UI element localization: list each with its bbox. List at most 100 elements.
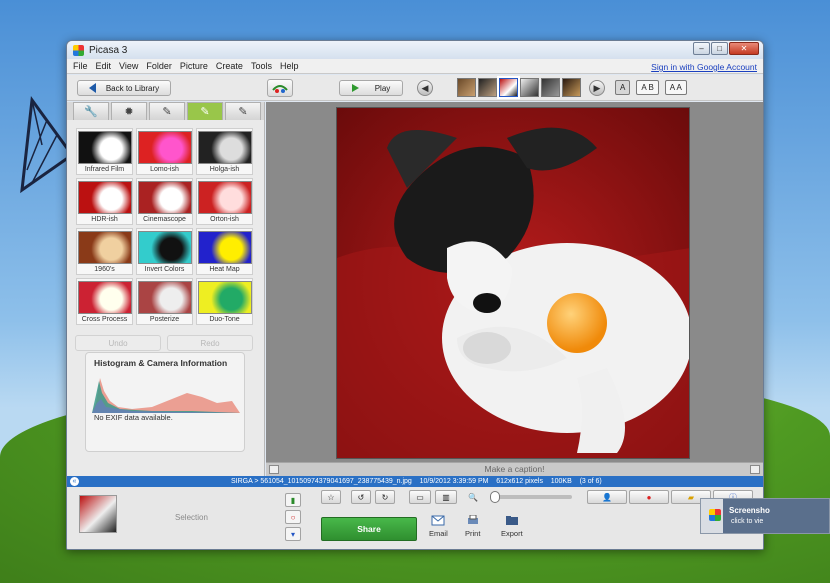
effect-duo-tone[interactable]: Duo-Tone: [196, 278, 253, 325]
export-button[interactable]: Export: [501, 515, 523, 538]
collage-icon: [272, 85, 288, 93]
effect-thumb: [137, 181, 192, 214]
menu-help[interactable]: Help: [280, 61, 299, 71]
caption-bar[interactable]: Make a caption!: [266, 462, 763, 476]
maximize-button[interactable]: □: [711, 42, 728, 55]
effect-hdr[interactable]: HDR-ish: [76, 178, 133, 225]
play-slideshow-button[interactable]: Play: [339, 80, 403, 96]
filmstrip-thumb-selected[interactable]: [497, 76, 520, 99]
effect-lomo[interactable]: Lomo-ish: [136, 128, 193, 175]
notification-title: Screensho: [729, 506, 770, 515]
effect-infrared-film[interactable]: Infrared Film: [76, 128, 133, 175]
effect-1960s[interactable]: 1960's: [76, 228, 133, 275]
zoom-button[interactable]: 🔍: [463, 490, 483, 504]
email-label: Email: [429, 529, 448, 538]
histogram-panel: Histogram & Camera Information No EXIF d…: [85, 352, 245, 452]
minimize-button[interactable]: –: [693, 42, 710, 55]
filmstrip-thumb[interactable]: [541, 78, 560, 97]
back-to-library-button[interactable]: Back to Library: [77, 80, 171, 96]
tab-effects-3[interactable]: ✎: [225, 102, 261, 120]
effect-thumb: [137, 231, 192, 264]
people-button[interactable]: 👤: [587, 490, 627, 504]
menu-edit[interactable]: Edit: [96, 61, 112, 71]
effect-label: Invert Colors: [144, 266, 185, 273]
effect-label: Cinemascope: [143, 216, 186, 223]
selection-thumb[interactable]: [79, 495, 117, 533]
effect-posterize[interactable]: Posterize: [136, 278, 193, 325]
zoom-slider-handle[interactable]: [490, 491, 500, 503]
print-label: Print: [465, 529, 481, 538]
close-button[interactable]: ✕: [729, 42, 759, 55]
dog-photo: [337, 108, 689, 458]
play-icon: [351, 84, 359, 92]
effect-holga[interactable]: Holga-ish: [196, 128, 253, 175]
brush-blue-icon: ✎: [238, 106, 248, 118]
selection-label: Selection: [175, 513, 208, 522]
caption-input[interactable]: Make a caption!: [266, 463, 763, 476]
menu-view[interactable]: View: [119, 61, 138, 71]
filmstrip-thumb[interactable]: [457, 78, 476, 97]
menu-create[interactable]: Create: [216, 61, 243, 71]
export-label: Export: [501, 529, 523, 538]
menu-tools[interactable]: Tools: [251, 61, 272, 71]
wrench-icon: 🔧: [84, 106, 98, 118]
tab-tuning[interactable]: ✹: [111, 102, 147, 120]
caption-toggle-icon[interactable]: [269, 465, 279, 474]
previous-photo-button[interactable]: ◀: [417, 80, 433, 96]
edit-tabs: 🔧 ✹ ✎ ✎ ✎: [67, 102, 264, 120]
filmstrip-thumb[interactable]: [478, 78, 497, 97]
view-mode-single[interactable]: A: [615, 80, 631, 95]
effect-label: Lomo-ish: [150, 166, 179, 173]
star-button[interactable]: ☆: [321, 490, 341, 504]
zoom-slider[interactable]: [490, 491, 572, 503]
tab-basic-fixes[interactable]: 🔧: [73, 102, 109, 120]
effect-cross-process[interactable]: Cross Process: [76, 278, 133, 325]
effect-orton[interactable]: Orton-ish: [196, 178, 253, 225]
view-mode-zoom[interactable]: A A: [664, 80, 687, 95]
screenshot-notification[interactable]: Screensho click to vie: [700, 498, 830, 534]
tab-effects-2[interactable]: ✎: [187, 102, 223, 120]
right-arrow-icon: ▶: [593, 82, 601, 93]
redo-button[interactable]: Redo: [167, 335, 253, 351]
rotate-left-icon: ↺: [357, 492, 365, 502]
view-mode-compare[interactable]: A B: [636, 80, 659, 95]
menu-file[interactable]: File: [73, 61, 88, 71]
tab-effects[interactable]: ✎: [149, 102, 185, 120]
album-button[interactable]: ▾: [285, 527, 301, 541]
rotate-right-button[interactable]: ↻: [375, 490, 395, 504]
effect-cinemascope[interactable]: Cinemascope: [136, 178, 193, 225]
share-button[interactable]: Share: [321, 517, 417, 541]
sign-in-link[interactable]: Sign in with Google Account: [651, 62, 757, 72]
effect-thumb: [197, 231, 252, 264]
collage-button[interactable]: [267, 79, 293, 97]
effect-heat-map[interactable]: Heat Map: [196, 228, 253, 275]
email-button[interactable]: Email: [429, 515, 448, 538]
filmstrip-thumb[interactable]: [562, 78, 581, 97]
next-photo-button[interactable]: ▶: [589, 80, 605, 96]
filmstrip-thumb[interactable]: [520, 78, 539, 97]
left-arrow-icon: ◀: [421, 82, 429, 93]
print-button[interactable]: Print: [465, 515, 480, 538]
exif-info: No EXIF data available.: [94, 413, 173, 422]
clear-button[interactable]: ○: [285, 510, 301, 524]
menu-folder[interactable]: Folder: [146, 61, 172, 71]
rotate-left-button[interactable]: ↺: [351, 490, 371, 504]
collapse-tray-icon[interactable]: «: [70, 477, 79, 486]
effect-invert-colors[interactable]: Invert Colors: [136, 228, 193, 275]
places-button[interactable]: ●: [629, 490, 669, 504]
title-bar: Picasa 3 – □ ✕: [67, 41, 763, 59]
hold-button[interactable]: ▮: [285, 493, 301, 507]
single-view-button[interactable]: ▭: [409, 490, 431, 504]
effects-grid: Infrared Film Lomo-ish Holga-ish HDR-ish…: [67, 120, 264, 325]
filmstrip-view-button[interactable]: ▥: [435, 490, 457, 504]
export-folder-icon: [505, 516, 518, 525]
histogram-title: Histogram & Camera Information: [94, 358, 228, 368]
map-pin-icon: ●: [646, 492, 652, 502]
picasa-notification-icon: [709, 509, 721, 521]
menu-picture[interactable]: Picture: [180, 61, 208, 71]
main-photo[interactable]: [336, 107, 690, 459]
undo-button[interactable]: Undo: [75, 335, 161, 351]
sun-icon: ✹: [124, 106, 134, 118]
caption-expand-icon[interactable]: [750, 465, 760, 474]
back-to-library-label: Back to Library: [105, 83, 160, 93]
